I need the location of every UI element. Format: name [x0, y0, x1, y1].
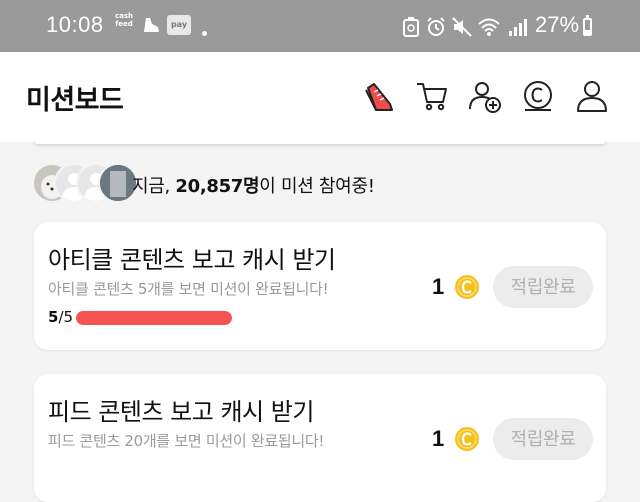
mission-card[interactable]: 피드 콘텐츠 보고 캐시 받기 피드 콘텐츠 20개를 보면 미션이 완료됩니다…: [34, 374, 606, 502]
coin-icon[interactable]: [520, 78, 556, 114]
mission-description: 아티클 콘텐츠 5개를 보면 미션이 완료됩니다!: [48, 280, 329, 298]
signal-icon: [509, 19, 527, 36]
battery-percent: 27%: [535, 12, 580, 37]
status-time: 10:08: [46, 12, 104, 37]
page-title: 미션보드: [26, 85, 124, 116]
wifi-icon: [478, 18, 500, 36]
profile-icon[interactable]: [574, 78, 610, 114]
participants-text: 지금, 20,857명이 미션 참여중!: [132, 176, 375, 197]
cash-coin-icon: [455, 427, 479, 451]
reward-claimed-button[interactable]: 적립완료: [493, 418, 593, 460]
header-bottom-edge: [34, 140, 606, 144]
mission-reward-amount: 1: [432, 274, 445, 299]
participants-banner: 지금, 20,857명이 미션 참여중!: [32, 163, 612, 203]
battery-icon: [583, 15, 592, 36]
mission-title: 아티클 콘텐츠 보고 캐시 받기: [48, 246, 336, 274]
cashfeed-notification-icon: cash feed: [114, 12, 134, 28]
cart-icon[interactable]: [414, 78, 450, 114]
pay-notification-icon: pay: [167, 15, 191, 35]
status-bar: 10:08 cash feed pay 27%: [0, 0, 640, 52]
add-friend-icon[interactable]: [467, 78, 503, 114]
more-notifications-dot: [202, 31, 207, 36]
recycle-icon: [403, 17, 419, 37]
reward-claimed-button[interactable]: 적립완료: [493, 266, 593, 308]
cash-coin-icon: [455, 275, 479, 299]
mute-icon: [452, 17, 472, 37]
mission-reward-amount: 1: [432, 426, 445, 451]
mission-progress-bar: [76, 311, 232, 325]
alarm-icon: [427, 17, 445, 36]
mission-title: 피드 콘텐츠 보고 캐시 받기: [48, 398, 314, 426]
mission-progress-fill: [76, 311, 232, 325]
sneaker-icon[interactable]: [362, 78, 398, 114]
shoe-notification-icon: [144, 18, 159, 32]
mission-description: 피드 콘텐츠 20개를 보면 미션이 완료됩니다!: [48, 432, 325, 450]
participants-count: 20,857명: [175, 176, 260, 197]
mission-progress-text: 5/5: [48, 308, 74, 326]
mission-card[interactable]: 아티클 콘텐츠 보고 캐시 받기 아티클 콘텐츠 5개를 보면 미션이 완료됩니…: [34, 222, 606, 350]
app-header: 미션보드: [0, 52, 640, 142]
